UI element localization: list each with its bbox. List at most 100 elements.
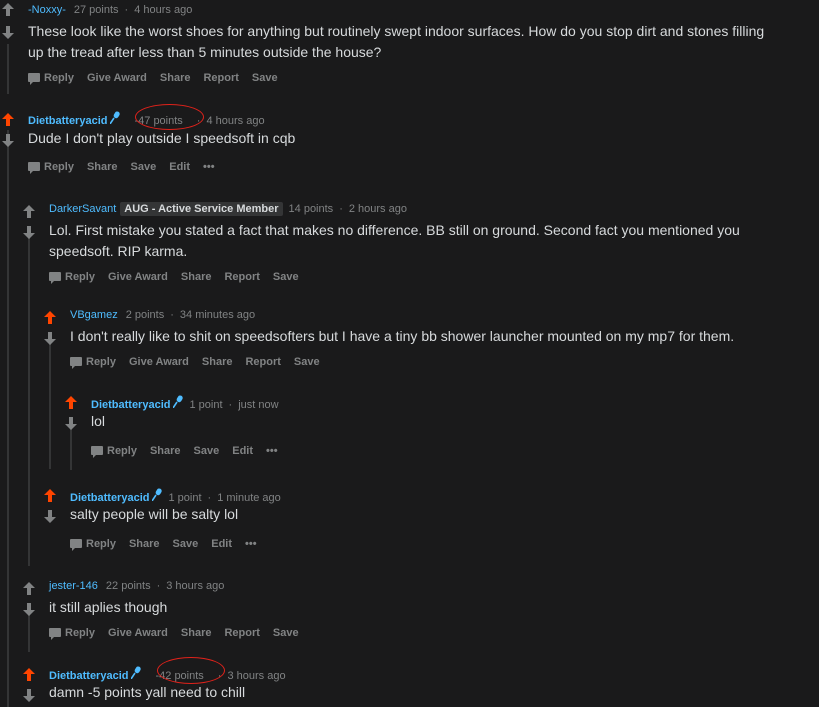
timestamp[interactable]: 1 minute ago [217, 492, 281, 504]
up-arrow-icon[interactable] [2, 113, 16, 127]
thread-line[interactable] [7, 130, 9, 707]
share-button[interactable]: Share [150, 445, 181, 457]
username[interactable]: VBgamez [70, 309, 118, 321]
reply-button[interactable]: Reply [28, 161, 74, 174]
down-arrow-icon[interactable] [23, 603, 37, 617]
comment-body: salty people will be salty lol [70, 504, 238, 525]
share-button[interactable]: Share [181, 627, 212, 639]
username[interactable]: Dietbatteryacid [28, 115, 107, 127]
score: 1 point [168, 492, 202, 504]
save-button[interactable]: Save [173, 538, 199, 550]
annotation-circle [135, 104, 204, 130]
up-arrow-icon[interactable] [44, 489, 58, 503]
comment-body: Lol. First mistake you stated a fact tha… [49, 220, 740, 262]
reply-button[interactable]: Reply [28, 72, 74, 85]
reply-button[interactable]: Reply [49, 627, 95, 640]
down-arrow-icon[interactable] [2, 26, 16, 40]
thread-line[interactable] [28, 612, 30, 652]
timestamp[interactable]: 3 hours ago [166, 580, 224, 592]
report-button[interactable]: Report [203, 72, 238, 84]
timestamp[interactable]: 4 hours ago [206, 115, 264, 127]
mic-icon [151, 488, 163, 504]
comment-actions: Reply Give Award Share Report Save [70, 356, 333, 369]
down-arrow-icon[interactable] [2, 134, 16, 148]
report-button[interactable]: Report [224, 271, 259, 283]
up-arrow-icon[interactable] [23, 582, 37, 596]
down-arrow-icon[interactable] [44, 332, 58, 346]
share-button[interactable]: Share [129, 538, 160, 550]
username[interactable]: Dietbatteryacid [70, 492, 149, 504]
score: 27 points [73, 4, 119, 16]
comment-meta: -Noxxy- 27 points · 4 hours ago [28, 4, 193, 16]
edit-button[interactable]: Edit [169, 161, 190, 173]
save-button[interactable]: Save [194, 445, 220, 457]
comment-body: lol [91, 411, 105, 432]
more-options-button[interactable]: ••• [245, 538, 257, 550]
reply-button[interactable]: Reply [70, 356, 116, 369]
report-button[interactable]: Report [224, 627, 259, 639]
give-award-button[interactable]: Give Award [129, 356, 189, 368]
more-options-button[interactable]: ••• [266, 445, 278, 457]
up-arrow-icon[interactable] [23, 205, 37, 219]
reply-button[interactable]: Reply [49, 271, 95, 284]
timestamp[interactable]: just now [238, 399, 278, 411]
chat-bubble-icon [28, 162, 40, 174]
give-award-button[interactable]: Give Award [108, 627, 168, 639]
reply-button[interactable]: Reply [70, 538, 116, 551]
reply-button[interactable]: Reply [91, 445, 137, 458]
save-button[interactable]: Save [294, 356, 320, 368]
up-arrow-icon[interactable] [2, 3, 16, 17]
save-button[interactable]: Save [273, 627, 299, 639]
give-award-button[interactable]: Give Award [87, 72, 147, 84]
thread-line[interactable] [28, 236, 30, 566]
save-button[interactable]: Save [252, 72, 278, 84]
chat-bubble-icon [49, 628, 61, 640]
username[interactable]: jester-146 [49, 580, 98, 592]
chat-bubble-icon [49, 272, 61, 284]
down-arrow-icon[interactable] [23, 226, 37, 240]
chat-bubble-icon [28, 73, 40, 85]
body-line: lol [91, 413, 106, 429]
comment-actions: Reply Share Save Edit ••• [91, 445, 291, 458]
username[interactable]: DarkerSavant [49, 203, 116, 215]
username[interactable]: Dietbatteryacid [91, 399, 170, 411]
up-arrow-icon[interactable] [44, 311, 58, 325]
comment-meta: DarkerSavant AUG - Active Service Member 1… [49, 202, 407, 216]
body-line: I don't really like to shit on speedsoft… [70, 328, 735, 344]
body-line: speedsoft. RIP karma. [49, 243, 188, 259]
edit-button[interactable]: Edit [232, 445, 253, 457]
edit-button[interactable]: Edit [211, 538, 232, 550]
share-button[interactable]: Share [181, 271, 212, 283]
give-award-button[interactable]: Give Award [108, 271, 168, 283]
down-arrow-icon[interactable] [23, 689, 37, 703]
timestamp[interactable]: 34 minutes ago [180, 309, 255, 321]
thread-line[interactable] [70, 428, 72, 470]
down-arrow-icon[interactable] [44, 510, 58, 524]
share-button[interactable]: Share [202, 356, 233, 368]
comment-actions: Reply Share Save Edit ••• [28, 161, 228, 174]
username[interactable]: Dietbatteryacid [49, 670, 128, 682]
share-button[interactable]: Share [87, 161, 118, 173]
down-arrow-icon[interactable] [65, 417, 79, 431]
thread-line[interactable] [7, 44, 9, 94]
score: 22 points [105, 580, 151, 592]
timestamp[interactable]: 2 hours ago [349, 203, 407, 215]
chat-bubble-icon [91, 446, 103, 458]
timestamp[interactable]: 3 hours ago [227, 670, 285, 682]
share-button[interactable]: Share [160, 72, 191, 84]
up-arrow-icon[interactable] [23, 668, 37, 682]
more-options-button[interactable]: ••• [203, 161, 215, 173]
comment-body: Dude I don't play outside I speedsoft in… [28, 128, 295, 149]
report-button[interactable]: Report [245, 356, 280, 368]
comment-actions: Reply Give Award Share Report Save [49, 271, 312, 284]
up-arrow-icon[interactable] [65, 396, 79, 410]
timestamp[interactable]: 4 hours ago [134, 4, 192, 16]
body-line: damn -5 points yall need to chill [49, 684, 246, 700]
username[interactable]: -Noxxy- [28, 4, 66, 16]
body-line: Lol. First mistake you stated a fact tha… [49, 222, 740, 238]
save-button[interactable]: Save [131, 161, 157, 173]
chat-bubble-icon [70, 357, 82, 369]
thread-line[interactable] [49, 341, 51, 469]
save-button[interactable]: Save [273, 271, 299, 283]
comment-body: These look like the worst shoes for anyt… [28, 21, 764, 63]
